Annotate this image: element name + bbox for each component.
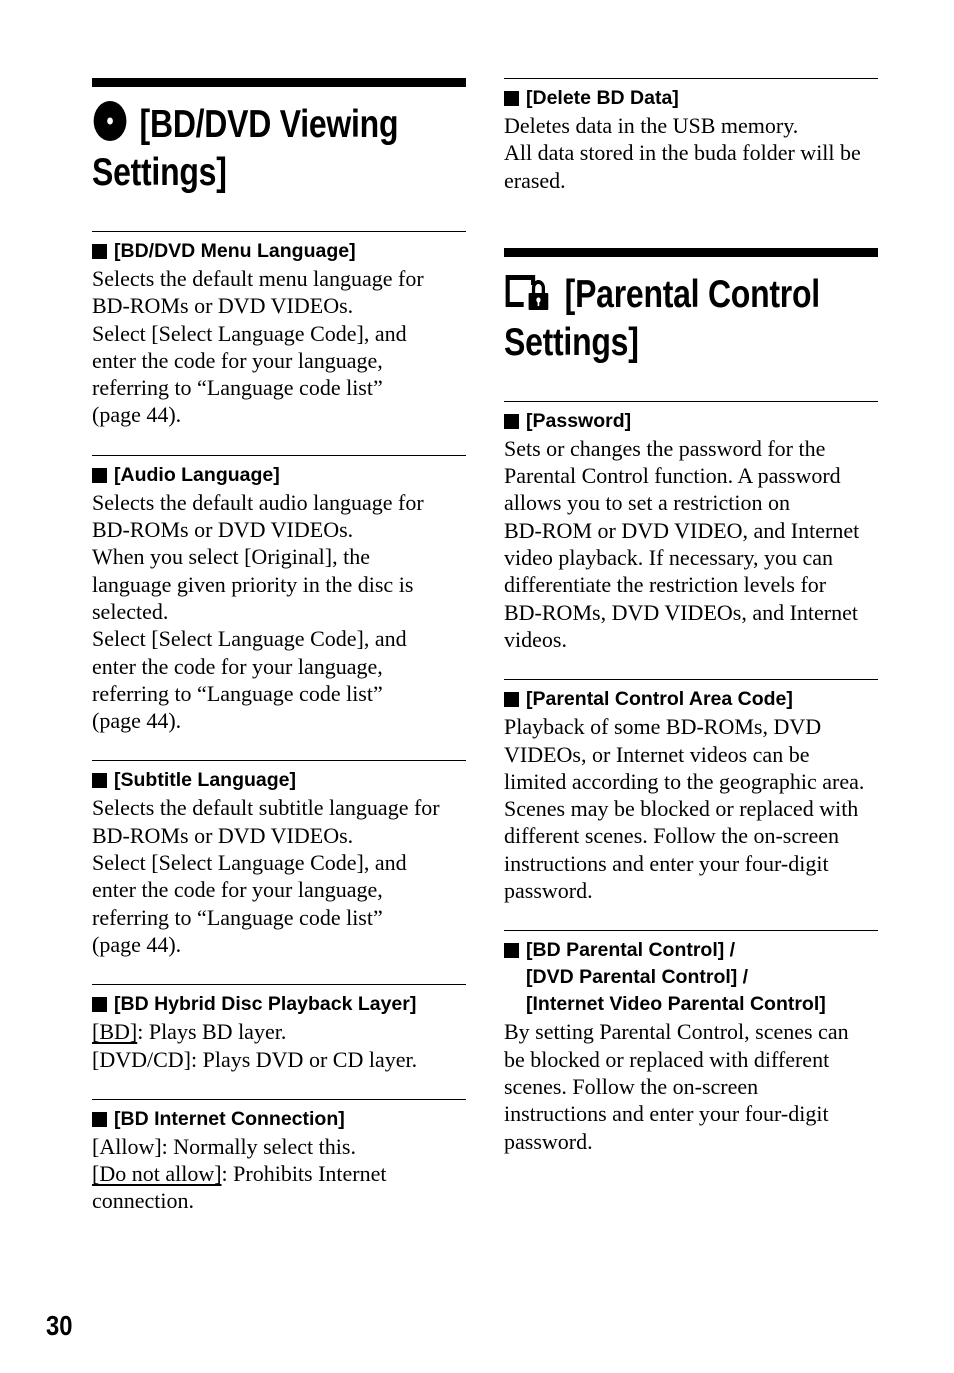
- setting-parental-control-area-code: [Parental Control Area Code] Playback of…: [504, 679, 878, 904]
- setting-delete-bd-data: [Delete BD Data] Deletes data in the USB…: [504, 78, 878, 194]
- setting-heading: [BD Hybrid Disc Playback Layer]: [92, 991, 466, 1018]
- setting-heading: [Delete BD Data]: [504, 85, 878, 112]
- bullet-icon: [504, 91, 519, 106]
- setting-description: [BD]: Plays BD layer. [DVD/CD]: Plays DV…: [92, 1018, 466, 1073]
- parental-lock-icon: [504, 271, 553, 321]
- option-allow: [Allow]: Normally select this.: [92, 1133, 356, 1159]
- title-line-1: [Parental Control: [564, 272, 820, 316]
- bullet-icon: [92, 997, 107, 1013]
- title-line-1: [BD/DVD Viewing: [139, 103, 399, 146]
- bullet-icon: [504, 943, 519, 959]
- setting-description: Selects the default subtitle language fo…: [92, 795, 440, 957]
- default-option-label: [BD]: [92, 1019, 138, 1045]
- bullet-icon: [504, 692, 519, 708]
- page-number: 30: [46, 1310, 73, 1341]
- section-rule: [504, 247, 878, 257]
- left-column: [BD/DVD Viewing Settings] [BD/DVD Menu L…: [92, 78, 466, 1215]
- setting-heading: [BD Internet Connection]: [92, 1106, 466, 1133]
- setting-subtitle-language: [Subtitle Language] Selects the default …: [92, 760, 466, 958]
- setting-heading: [Parental Control Area Code]: [504, 686, 878, 713]
- bullet-icon: [92, 773, 107, 789]
- option-label: [DVD/CD]: [92, 1046, 191, 1072]
- setting-audio-language: [Audio Language] Selects the default aud…: [92, 454, 466, 735]
- setting-bd-dvd-internet-parental-control: [BD Parental Control] / [DVD Parental Co…: [504, 930, 878, 1154]
- title-line-2: Settings]: [92, 151, 227, 194]
- section-title-bd-dvd: [BD/DVD Viewing Settings]: [92, 101, 466, 195]
- section-rule: [92, 78, 466, 87]
- bullet-icon: [92, 244, 107, 259]
- setting-heading: [BD/DVD Menu Language]: [92, 238, 466, 265]
- bullet-icon: [92, 1111, 107, 1127]
- default-option-label: [Do not allow]: [92, 1161, 222, 1187]
- setting-bd-dvd-menu-language: [BD/DVD Menu Language] Selects the defau…: [92, 231, 466, 429]
- option-label: [Allow]: [92, 1133, 162, 1159]
- setting-heading: [Audio Language]: [92, 462, 466, 489]
- option-bd: [BD]: Plays BD layer.: [92, 1019, 287, 1045]
- setting-description: By setting Parental Control, scenes can …: [504, 1019, 849, 1154]
- setting-description: Deletes data in the USB memory. All data…: [504, 113, 861, 193]
- section-title-parental-control: [Parental Control Settings]: [504, 271, 878, 365]
- setting-bd-internet-connection: [BD Internet Connection] [Allow]: Normal…: [92, 1098, 466, 1215]
- setting-bd-hybrid-disc-playback-layer: [BD Hybrid Disc Playback Layer] [BD]: Pl…: [92, 984, 466, 1073]
- title-line-2: Settings]: [504, 320, 639, 364]
- right-column: [Delete BD Data] Deletes data in the USB…: [504, 78, 878, 1155]
- setting-description: Playback of some BD-ROMs, DVD VIDEOs, or…: [504, 714, 865, 904]
- setting-description: Selects the default audio language for B…: [92, 489, 424, 734]
- option-do-not-allow: [Do not allow]: Prohibits Internet: [92, 1161, 387, 1187]
- option-dvd-cd: [DVD/CD]: Plays DVD or CD layer.: [92, 1046, 418, 1072]
- setting-description: Sets or changes the password for the Par…: [504, 435, 860, 652]
- bullet-icon: [504, 413, 519, 429]
- disc-icon: [92, 101, 128, 151]
- setting-description: [Allow]: Normally select this. [Do not a…: [92, 1133, 466, 1215]
- setting-heading: [Password]: [504, 408, 878, 435]
- setting-password: [Password] Sets or changes the password …: [504, 400, 878, 653]
- setting-description: Selects the default menu language for BD…: [92, 266, 424, 428]
- setting-heading: [BD Parental Control] / [DVD Parental Co…: [504, 937, 878, 1018]
- setting-heading: [Subtitle Language]: [92, 767, 466, 794]
- bullet-icon: [92, 467, 107, 483]
